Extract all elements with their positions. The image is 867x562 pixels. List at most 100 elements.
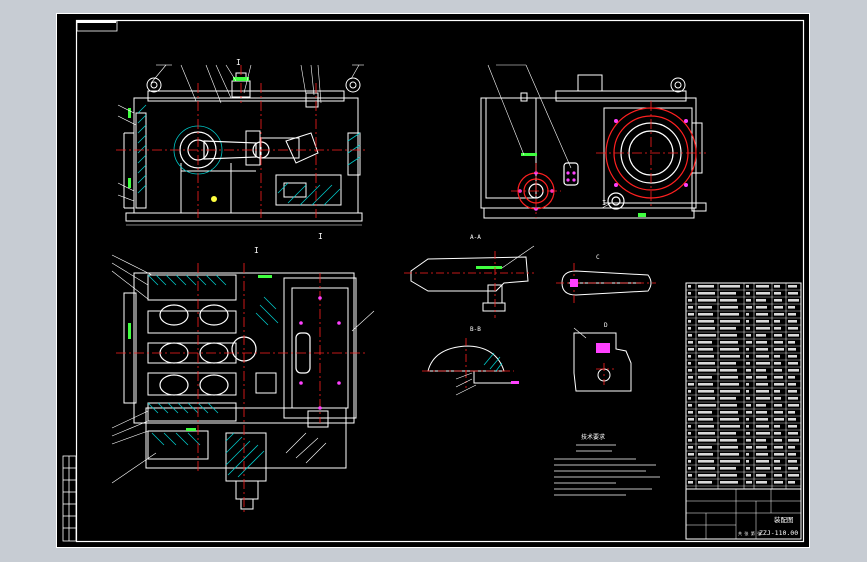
- parts-list-cell-text: [788, 460, 797, 463]
- parts-list-cell-text: [746, 362, 750, 365]
- parts-list-cell-text: [688, 320, 691, 323]
- parts-list-cell-text: [756, 313, 768, 316]
- parts-list-cell-text: [720, 313, 739, 316]
- parts-list-cell-text: [720, 306, 738, 309]
- parts-list-cell-text: [756, 425, 769, 428]
- parts-list-cell-text: [788, 418, 796, 421]
- front-view-mark-b: I: [318, 232, 323, 241]
- parts-list-cell-text: [774, 362, 781, 365]
- parts-list-cell-text: [720, 362, 736, 365]
- parts-list-cell-text: [688, 467, 691, 470]
- parts-list-cell-text: [688, 418, 694, 421]
- parts-list-cell-text: [688, 299, 692, 302]
- parts-list-cell-text: [774, 446, 783, 449]
- parts-list-cell-text: [688, 313, 694, 316]
- parts-list-cell-text: [746, 369, 751, 372]
- parts-list-cell-text: [788, 299, 799, 302]
- parts-list-cell-text: [720, 481, 738, 484]
- parts-list-cell-text: [774, 397, 781, 400]
- parts-list-cell-text: [688, 404, 692, 407]
- parts-list-cell-text: [756, 418, 768, 421]
- parts-list-cell-text: [698, 474, 716, 477]
- parts-list-cell-text: [720, 292, 736, 295]
- parts-list-cell-text: [746, 425, 749, 428]
- parts-list-cell-text: [720, 446, 738, 449]
- parts-list-cell-text: [720, 299, 737, 302]
- parts-list-cell-text: [688, 383, 694, 386]
- parts-list-cell-text: [756, 467, 770, 470]
- parts-list-cell-text: [688, 285, 691, 288]
- parts-list-cell-text: [774, 285, 780, 288]
- parts-list-cell-text: [688, 390, 691, 393]
- parts-list-cell-text: [698, 390, 714, 393]
- section-a-label: A-A: [470, 234, 481, 241]
- front-view: I I: [116, 58, 366, 241]
- parts-list-cell-text: [698, 292, 715, 295]
- parts-list-cell-text: [746, 313, 749, 316]
- parts-list-cell-text: [698, 418, 713, 421]
- parts-list-cell-text: [756, 299, 766, 302]
- parts-list-cell-text: [698, 397, 715, 400]
- parts-list-cell-text: [788, 313, 796, 316]
- parts-list-cell-text: [688, 425, 691, 428]
- parts-list-cell-text: [698, 411, 712, 414]
- parts-list-cell-text: [746, 292, 750, 295]
- parts-list-cell-text: [788, 362, 798, 365]
- parts-list-cell-text: [688, 376, 693, 379]
- parts-list-cell-text: [688, 439, 692, 442]
- parts-list-cell-text: [756, 355, 769, 358]
- parts-list-cell-text: [698, 383, 713, 386]
- parts-list-cell-text: [774, 292, 781, 295]
- parts-list-cell-text: [756, 285, 769, 288]
- parts-list-cell-text: [698, 439, 716, 442]
- parts-list-cell-text: [746, 404, 751, 407]
- parts-list-cell-text: [788, 432, 798, 435]
- parts-list-cell-text: [720, 467, 736, 470]
- parts-list-cell-text: [746, 432, 750, 435]
- parts-list-cell-text: [756, 411, 767, 414]
- parts-list-cell-text: [698, 327, 715, 330]
- parts-list-cell-text: [774, 418, 784, 421]
- drawing-sheet: I I I I A-A B-B C D 技术要求 装配图 ZZJ-110.00 …: [56, 13, 810, 548]
- parts-list-cell-text: [698, 306, 712, 309]
- parts-list-cell-text: [720, 376, 738, 379]
- parts-list-cell-text: [788, 292, 798, 295]
- parts-list-cell-text: [688, 362, 691, 365]
- parts-list-cell-text: [756, 348, 768, 351]
- parts-list-cell-text: [756, 327, 770, 330]
- parts-list-cell-text: [788, 481, 795, 484]
- parts-list-cell-text: [688, 292, 691, 295]
- title-block: 装配图 ZZJ-110.00 共 张 第 张: [685, 488, 802, 540]
- parts-list-cell-text: [720, 404, 737, 407]
- parts-list-cell-text: [774, 376, 783, 379]
- parts-list-cell-text: [698, 341, 712, 344]
- parts-list-cell-text: [746, 299, 751, 302]
- plan-view-section-mark: I: [254, 246, 259, 255]
- parts-list-cell-text: [688, 481, 693, 484]
- technical-notes: 技术要求: [554, 433, 660, 496]
- parts-list-cell-text: [774, 341, 783, 344]
- parts-list-cell-text: [698, 313, 713, 316]
- parts-list-cell-text: [788, 341, 795, 344]
- parts-list-cell-text: [756, 383, 768, 386]
- parts-list-cell-text: [720, 390, 740, 393]
- parts-list-cell-text: [720, 355, 740, 358]
- parts-list-cell-text: [698, 481, 712, 484]
- parts-list-cell-text: [774, 411, 783, 414]
- parts-list-cell-text: [774, 313, 784, 316]
- parts-list-cell-text: [774, 355, 780, 358]
- parts-list-cell-text: [774, 467, 781, 470]
- parts-list-cell-text: [788, 411, 795, 414]
- parts-list-cell-text: [788, 439, 799, 442]
- parts-list-cell-text: [698, 425, 714, 428]
- parts-list-cell-text: [720, 439, 737, 442]
- parts-list-cell-text: [756, 453, 768, 456]
- parts-list-cell-text: [756, 369, 766, 372]
- parts-list-cell-text: [756, 320, 769, 323]
- parts-list-cell-text: [774, 306, 783, 309]
- inner-frame: [75, 19, 805, 543]
- parts-list-cell-text: [756, 362, 770, 365]
- parts-list-cell-text: [774, 453, 784, 456]
- outer-frame: [56, 13, 810, 548]
- left-margin-table: [62, 455, 77, 542]
